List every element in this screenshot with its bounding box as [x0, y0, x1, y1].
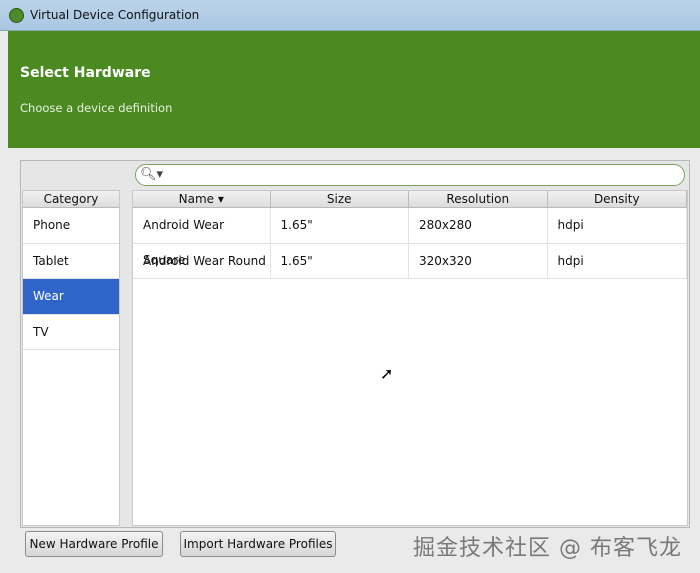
column-header-density[interactable]: Density — [547, 191, 687, 208]
category-item-tv[interactable]: TV — [23, 315, 119, 350]
column-header-name[interactable]: Name ▾ — [133, 191, 271, 208]
android-studio-icon — [9, 8, 24, 23]
category-item-tablet[interactable]: Tablet — [23, 244, 119, 279]
category-list: Category Phone Tablet Wear TV — [22, 190, 120, 526]
cell-resolution: 320x320 — [409, 243, 548, 278]
category-item-wear[interactable]: Wear — [23, 279, 119, 315]
category-item-phone[interactable]: Phone — [23, 208, 119, 244]
window-title: Virtual Device Configuration — [30, 8, 200, 22]
table-row[interactable]: Android Wear Square 1.65" 280x280 hdpi — [133, 208, 687, 267]
column-header-resolution[interactable]: Resolution — [409, 191, 548, 208]
import-hardware-profiles-button[interactable]: Import Hardware Profiles — [180, 531, 336, 557]
cell-name: Android Wear Square — [133, 208, 271, 267]
title-bar: Virtual Device Configuration — [0, 0, 700, 31]
cell-resolution: 280x280 — [409, 208, 548, 243]
cell-size: 1.65" — [271, 243, 409, 278]
page-title: Select Hardware — [20, 65, 151, 81]
cell-density: hdpi — [548, 243, 687, 278]
column-header-size[interactable]: Size — [270, 191, 409, 208]
new-hardware-profile-button[interactable]: New Hardware Profile — [25, 531, 163, 557]
mouse-cursor-icon: ➚ — [380, 364, 394, 383]
cell-density: hdpi — [548, 208, 687, 243]
search-input[interactable]: 🔍︎▾ — [135, 164, 685, 186]
cell-name: Android Wear Round — [133, 243, 271, 278]
cell-size: 1.65" — [271, 208, 409, 243]
device-table: Name ▾ Size Resolution Density Android W… — [132, 190, 688, 526]
table-row[interactable]: Android Wear Round 1.65" 320x320 hdpi — [133, 243, 687, 279]
wizard-header: Select Hardware Choose a device definiti… — [8, 31, 700, 148]
category-header: Category — [23, 191, 119, 208]
page-subtitle: Choose a device definition — [20, 101, 173, 115]
watermark: 掘金技术社区 @ 布客飞龙 — [413, 536, 682, 561]
search-icon[interactable]: 🔍︎▾ — [140, 167, 163, 182]
